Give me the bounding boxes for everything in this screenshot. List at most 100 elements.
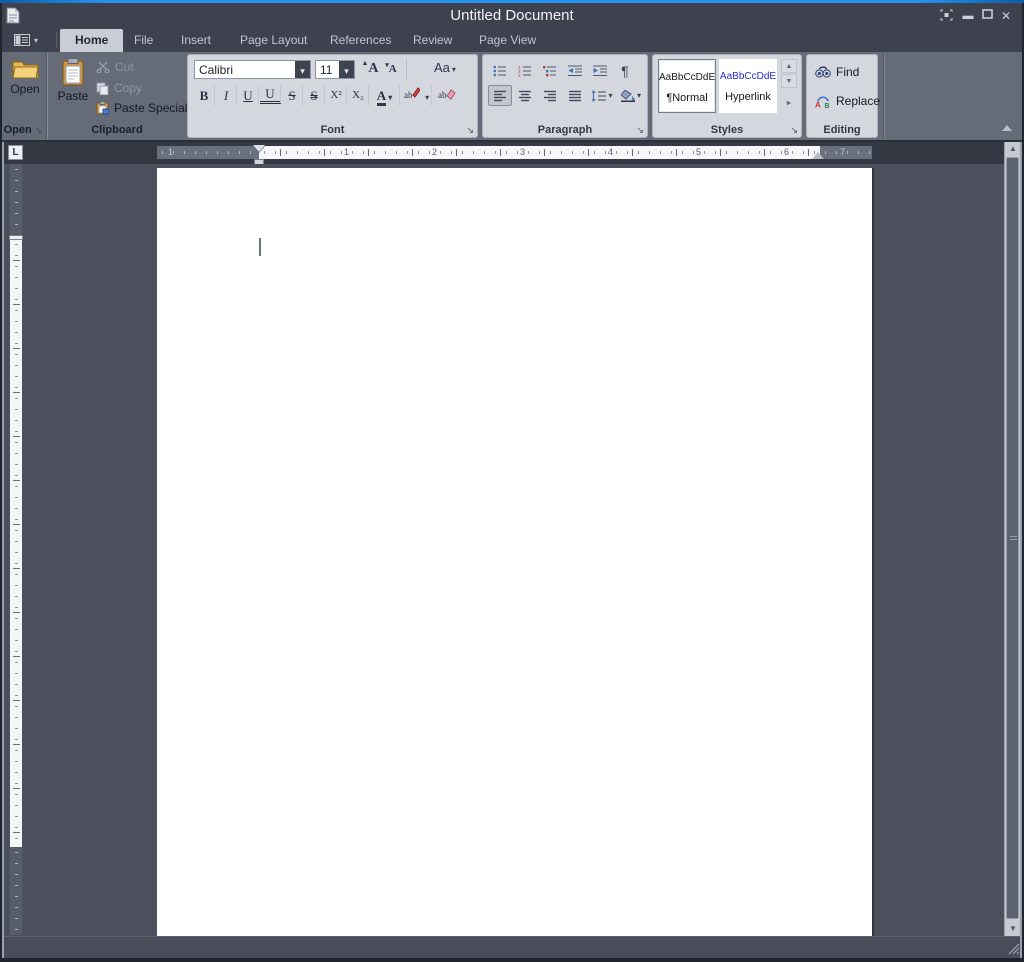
- double-underline-button[interactable]: U: [260, 85, 281, 104]
- align-right-button[interactable]: [538, 85, 562, 106]
- open-button[interactable]: Open: [4, 58, 46, 112]
- paragraph-group-label: Paragraph: [483, 124, 647, 136]
- change-case-button[interactable]: Aa: [434, 60, 456, 75]
- highlight-button[interactable]: ab: [402, 85, 432, 106]
- justify-button[interactable]: [563, 85, 587, 106]
- vertical-scrollbar[interactable]: ▲ ▼: [1004, 142, 1020, 936]
- copy-pages-icon: [96, 82, 109, 95]
- paste-special-label: Paste Special: [114, 101, 187, 115]
- underline-button[interactable]: U: [238, 85, 259, 106]
- replace-button[interactable]: AB Replace: [815, 92, 880, 110]
- tab-insert[interactable]: Insert: [166, 29, 226, 52]
- paste-button[interactable]: Paste: [52, 58, 94, 112]
- styles-group-label: Styles: [653, 124, 801, 136]
- superscript-button[interactable]: X²: [326, 85, 347, 106]
- editing-group: Find AB Replace Editing: [806, 54, 878, 138]
- styles-dialog-launcher-icon[interactable]: [790, 125, 798, 136]
- highlight-pen-icon: ab: [404, 86, 420, 100]
- align-center-button[interactable]: [513, 85, 537, 106]
- style-normal[interactable]: AaBbCcDdE ¶Normal: [658, 59, 716, 113]
- font-size-dropdown-icon[interactable]: [339, 61, 354, 78]
- strikethrough-button[interactable]: S: [282, 85, 303, 106]
- bullet-list-button[interactable]: [488, 60, 512, 81]
- paragraph-dialog-launcher-icon[interactable]: [636, 125, 644, 136]
- style-hyperlink[interactable]: AaBbCcDdE Hyperlink: [719, 59, 777, 113]
- cut-label: Cut: [115, 60, 134, 74]
- font-family-select[interactable]: Calibri: [194, 60, 311, 79]
- svg-text:B: B: [825, 103, 830, 108]
- ruler-left-margin: 1: [157, 146, 259, 159]
- tab-review[interactable]: Review: [398, 29, 467, 52]
- styles-scroll-down-icon[interactable]: ▼: [781, 74, 797, 88]
- window-title: Untitled Document: [0, 7, 1024, 24]
- font-family-dropdown-icon[interactable]: [295, 61, 310, 78]
- ruler-number: 3: [520, 147, 525, 157]
- tab-page-layout[interactable]: Page Layout: [225, 29, 322, 52]
- application-menu-button[interactable]: ▾: [14, 31, 50, 49]
- tab-home[interactable]: Home: [60, 29, 123, 52]
- show-formatting-marks-button[interactable]: ¶: [613, 60, 637, 81]
- font-dialog-launcher-icon[interactable]: [466, 125, 474, 136]
- ruler-number: 7: [840, 147, 845, 157]
- maximize-button[interactable]: [979, 9, 995, 23]
- resize-grip[interactable]: [1006, 941, 1020, 955]
- scrollbar-thumb[interactable]: [1006, 157, 1019, 919]
- collapse-ribbon-icon[interactable]: [1002, 125, 1012, 131]
- window-right-inner-border: [1020, 142, 1022, 958]
- close-button[interactable]: ✕: [998, 9, 1014, 23]
- numbered-list-button[interactable]: 123: [513, 60, 537, 81]
- italic-button[interactable]: I: [216, 85, 237, 106]
- align-right-icon: [544, 90, 557, 102]
- ruler-number: 4: [608, 147, 613, 157]
- line-spacing-button[interactable]: [588, 85, 616, 106]
- shading-button[interactable]: [617, 85, 645, 106]
- copy-button: Copy: [96, 79, 142, 97]
- paste-special-button[interactable]: Paste Special: [96, 99, 187, 117]
- title-bar[interactable]: Untitled Document ▬ ✕: [0, 3, 1024, 28]
- styles-scroll-up-icon[interactable]: ▲: [781, 59, 797, 73]
- copy-label: Copy: [114, 81, 142, 95]
- vruler-top-margin: [10, 164, 22, 239]
- fullscreen-button[interactable]: [938, 9, 954, 23]
- align-center-icon: [519, 90, 532, 102]
- first-line-indent-marker[interactable]: [253, 145, 265, 152]
- increase-indent-button[interactable]: [588, 60, 612, 81]
- tab-stop-selector[interactable]: L: [8, 145, 23, 160]
- subscript-button[interactable]: X₂: [348, 85, 369, 106]
- ruler-number: 2: [432, 147, 437, 157]
- font-size-select[interactable]: 11: [315, 60, 355, 79]
- bold-button[interactable]: B: [194, 85, 215, 106]
- decrease-indent-button[interactable]: [563, 60, 587, 81]
- tab-references[interactable]: References: [315, 29, 406, 52]
- tab-file[interactable]: File: [119, 29, 168, 52]
- vertical-ruler[interactable]: [10, 164, 22, 935]
- minimize-button[interactable]: ▬: [960, 9, 976, 23]
- chevron-down-icon: ▾: [34, 36, 38, 45]
- editing-group-label: Editing: [807, 124, 877, 136]
- document-page[interactable]: [157, 168, 872, 936]
- ruler-number: 5: [696, 147, 701, 157]
- shrink-font-button[interactable]: ▾A: [382, 61, 400, 79]
- tab-page-view[interactable]: Page View: [464, 29, 551, 52]
- paste-clipboard-icon: [61, 58, 85, 86]
- ruler-number: 1: [344, 147, 349, 157]
- svg-text:3: 3: [518, 72, 521, 76]
- open-group-label[interactable]: Open: [0, 124, 46, 136]
- multilevel-list-button[interactable]: [538, 60, 562, 81]
- align-left-button[interactable]: [488, 85, 512, 106]
- horizontal-ruler[interactable]: 1 7 1 2 3 4 5 6: [157, 146, 872, 159]
- right-indent-marker[interactable]: [812, 152, 824, 159]
- styles-more-icon[interactable]: ►: [781, 97, 797, 111]
- clear-formatting-button[interactable]: ab: [434, 85, 460, 106]
- vertical-ruler-margin-marker[interactable]: [9, 235, 23, 240]
- find-button[interactable]: Find: [815, 63, 859, 81]
- font-color-button[interactable]: A: [370, 85, 400, 106]
- double-strikethrough-button[interactable]: S: [304, 85, 325, 106]
- ruler-number: 6: [784, 147, 789, 157]
- grow-font-button[interactable]: ▲A: [360, 59, 380, 79]
- scroll-down-icon[interactable]: ▼: [1005, 922, 1021, 936]
- vruler-bottom-margin: [10, 847, 22, 935]
- open-button-label: Open: [10, 82, 39, 96]
- svg-text:ab: ab: [404, 90, 413, 100]
- scroll-up-icon[interactable]: ▲: [1005, 142, 1021, 156]
